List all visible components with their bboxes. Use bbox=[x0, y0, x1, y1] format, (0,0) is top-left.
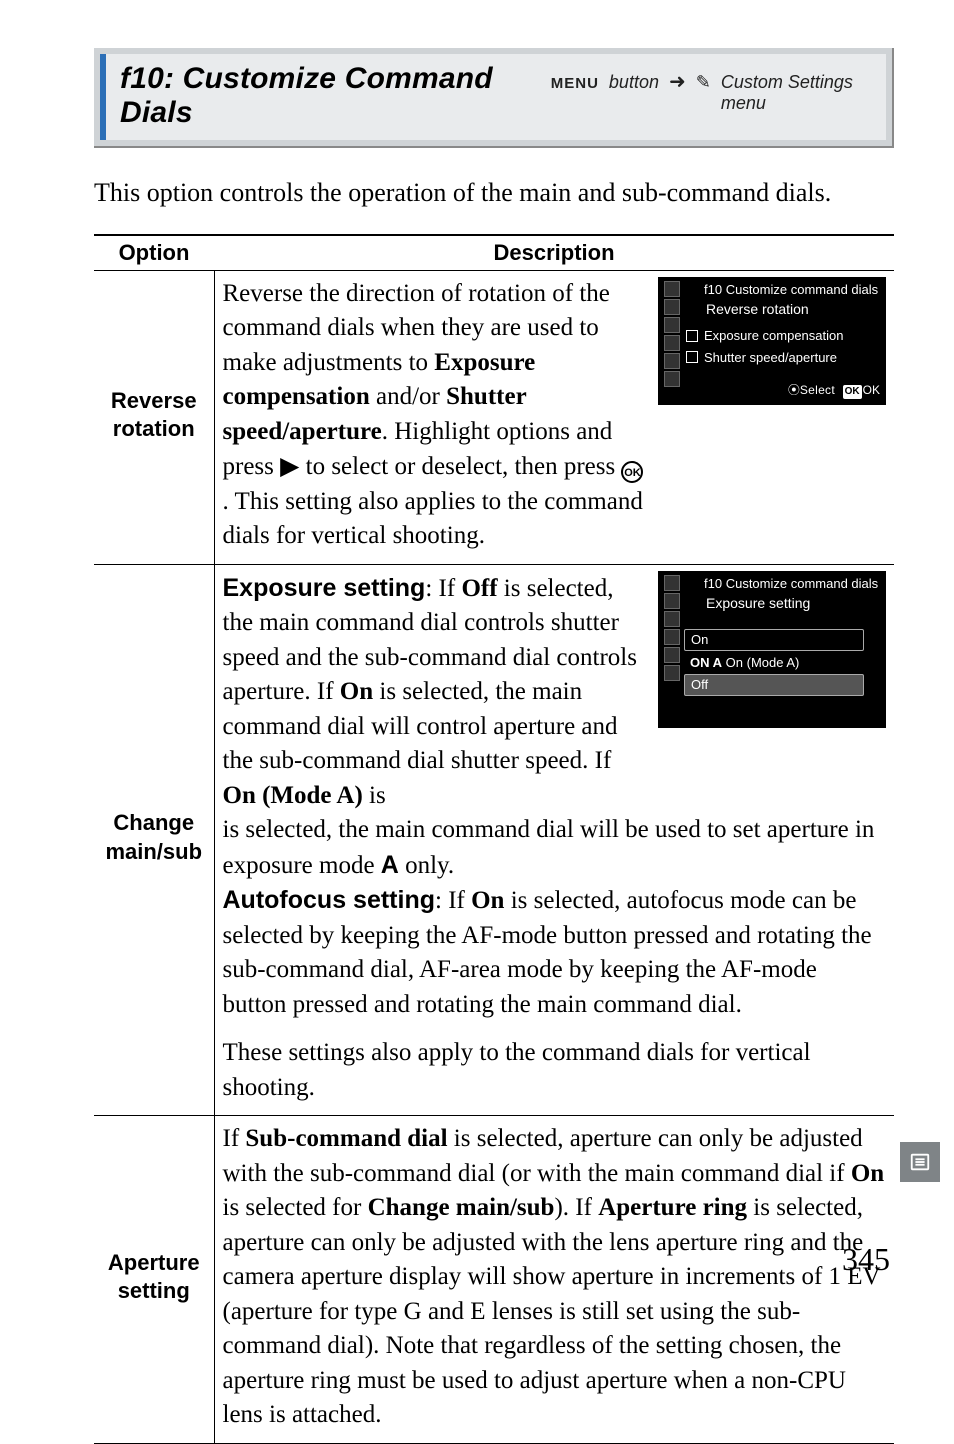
text: . This setting also applies to the comma… bbox=[223, 488, 643, 550]
table-row: Reverse rotation Reverse the direction o… bbox=[94, 270, 894, 564]
menu-name: Custom Settings menu bbox=[721, 72, 874, 114]
lcd-option: Shutter speed/aperture bbox=[684, 347, 880, 369]
text: These settings also apply to the command… bbox=[223, 1039, 811, 1101]
lcd-ok-badge: OK bbox=[843, 385, 862, 399]
checkbox-icon bbox=[686, 351, 698, 363]
lcd-header-prefix: f10 bbox=[704, 576, 722, 591]
section-title-bar: f10: Customize Command Dials MENU button… bbox=[94, 48, 894, 148]
lcd-footer: ⦿Select OKOK bbox=[684, 368, 880, 399]
section-title: f10: Customize Command Dials bbox=[120, 62, 537, 130]
text: is selected for bbox=[223, 1194, 368, 1221]
bold-text: On bbox=[340, 678, 373, 705]
lcd-ok-text: OK bbox=[863, 383, 880, 397]
bold-text: On bbox=[471, 887, 504, 914]
text: Reverse the direction of rotation of the… bbox=[223, 280, 610, 376]
arrow-icon: ➜ bbox=[669, 69, 686, 94]
ok-button-icon: OK bbox=[621, 461, 643, 483]
lcd-tab-strip bbox=[664, 575, 680, 681]
lcd-option-label: Shutter speed/aperture bbox=[704, 349, 837, 367]
text: is selected, the main command dial will … bbox=[223, 816, 875, 879]
option-name-reverse-rotation: Reverse rotation bbox=[94, 270, 214, 564]
col-description: Description bbox=[214, 235, 894, 271]
intro-paragraph: This option controls the operation of th… bbox=[94, 174, 894, 212]
page-number: 345 bbox=[842, 1241, 890, 1278]
table-row: Change main/sub Exposure setting: If Off… bbox=[94, 564, 894, 1116]
button-label: button bbox=[609, 72, 659, 93]
text: is selected, aperture can only be adjust… bbox=[223, 1194, 881, 1428]
bold-text: Off bbox=[461, 575, 497, 602]
breadcrumb: MENU button ➜ ✎ Custom Settings menu bbox=[551, 69, 874, 114]
lcd-screenshot-exposure-setting: f10 Customize command dials Exposure set… bbox=[658, 571, 886, 728]
text: is bbox=[363, 782, 386, 809]
lcd-header: Customize command dials bbox=[726, 282, 878, 297]
text: only. bbox=[399, 852, 454, 879]
text: and/or bbox=[370, 383, 446, 410]
option-desc-aperture-setting: If Sub-command dial is selected, apertur… bbox=[214, 1116, 894, 1444]
lcd-option-on-mode-a: ON A On (Mode A) bbox=[684, 653, 864, 673]
bold-text: Change main/sub bbox=[368, 1194, 555, 1221]
bold-text: On (Mode A) bbox=[223, 782, 363, 809]
lcd-subheader: Reverse rotation bbox=[684, 298, 880, 325]
lcd-screenshot-reverse-rotation: f10 Customize command dials Reverse rota… bbox=[658, 277, 886, 405]
text: : If bbox=[425, 575, 461, 602]
bold-text: On bbox=[851, 1160, 884, 1187]
text: : If bbox=[435, 887, 471, 914]
lcd-option-label: Exposure compensation bbox=[704, 327, 843, 345]
table-row: Aperture setting If Sub-command dial is … bbox=[94, 1116, 894, 1444]
right-triangle-icon: ▶ bbox=[280, 452, 299, 480]
text: to select or deselect, then press bbox=[299, 453, 621, 480]
bold-label: Exposure setting bbox=[223, 574, 426, 602]
lcd-header: Customize command dials bbox=[726, 576, 878, 591]
lcd-option: Exposure compensation bbox=[684, 325, 880, 347]
option-desc-reverse-rotation: Reverse the direction of rotation of the… bbox=[214, 270, 894, 564]
checkbox-icon bbox=[686, 330, 698, 342]
lcd-select-hint: ⦿Select bbox=[788, 383, 835, 397]
option-desc-change-main-sub: Exposure setting: If Off is selected, th… bbox=[214, 564, 894, 1116]
options-table: Option Description Reverse rotation Reve… bbox=[94, 234, 894, 1444]
lcd-option-on: On bbox=[684, 629, 864, 651]
thumb-tab-menu-icon bbox=[900, 1142, 940, 1182]
text: If bbox=[223, 1125, 246, 1152]
option-name-aperture-setting: Aperture setting bbox=[94, 1116, 214, 1444]
lcd-option-off: Off bbox=[684, 674, 864, 696]
text: ). If bbox=[554, 1194, 598, 1221]
section-title-inner: f10: Customize Command Dials MENU button… bbox=[100, 54, 886, 140]
pencil-icon: ✎ bbox=[696, 72, 711, 93]
bold-text: Sub-command dial bbox=[245, 1125, 447, 1152]
option-name-change-main-sub: Change main/sub bbox=[94, 564, 214, 1116]
bold-label: Autofocus setting bbox=[223, 886, 436, 914]
menu-label: MENU bbox=[551, 75, 599, 92]
lcd-subheader: Exposure setting bbox=[684, 592, 880, 619]
lcd-tab-strip bbox=[664, 281, 680, 387]
col-option: Option bbox=[94, 235, 214, 271]
lcd-header-prefix: f10 bbox=[704, 282, 722, 297]
mode-a-glyph: A bbox=[381, 851, 399, 879]
bold-text: Aperture ring bbox=[598, 1194, 747, 1221]
